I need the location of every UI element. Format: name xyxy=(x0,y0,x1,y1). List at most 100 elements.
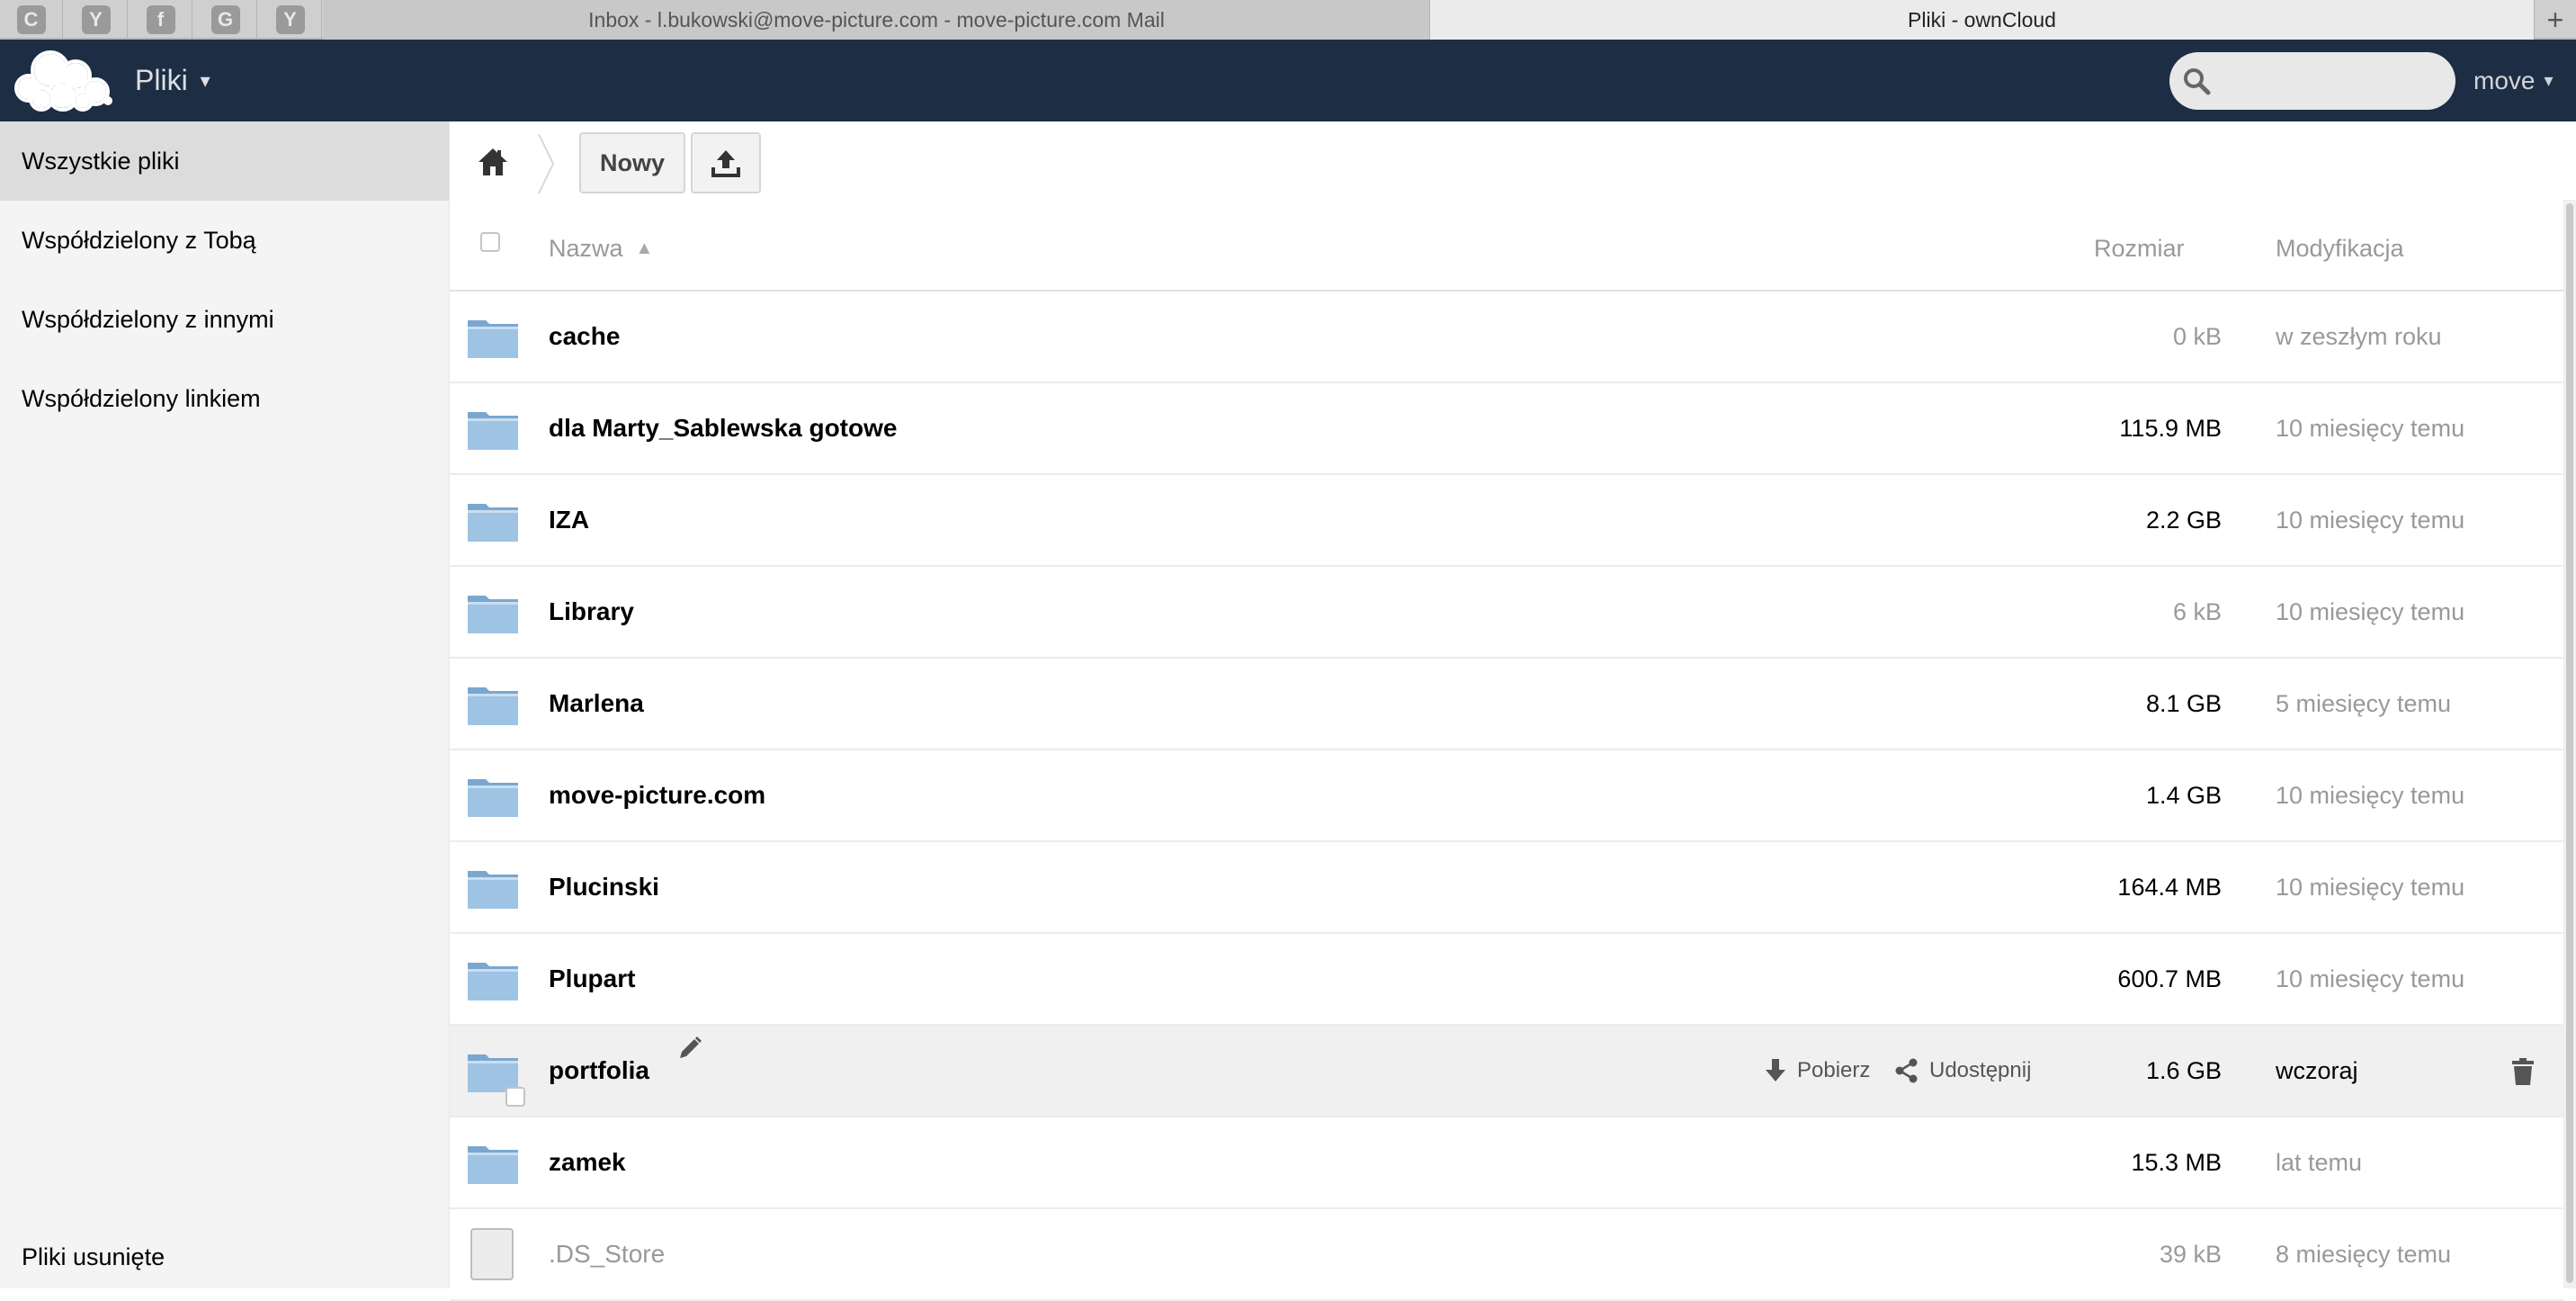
chevron-down-icon: ▾ xyxy=(2544,71,2554,91)
pinned-tab-4[interactable]: G xyxy=(194,0,257,40)
new-tab-button[interactable]: + xyxy=(2534,0,2576,40)
select-all-checkbox[interactable] xyxy=(480,232,500,252)
file-size: 115.9 MB xyxy=(2119,414,2222,442)
file-name[interactable]: Library xyxy=(549,567,634,657)
file-size: 8.1 GB xyxy=(2145,689,2222,717)
file-modified: 5 miesięcy temu xyxy=(2276,689,2452,717)
new-button[interactable]: Nowy xyxy=(579,132,685,193)
file-size: 39 kB xyxy=(2159,1240,2222,1268)
share-label: Udostępnij xyxy=(1929,1058,2032,1082)
file-modified: 10 miesięcy temu xyxy=(2276,597,2465,625)
pinned-tab-3[interactable]: f xyxy=(130,0,192,40)
file-modified: 10 miesięcy temu xyxy=(2276,414,2465,442)
table-row[interactable]: zamek 15.3 MB lat temu xyxy=(450,1117,2563,1209)
file-icon xyxy=(470,1228,514,1280)
pinned-tab-icon: Y xyxy=(81,5,111,34)
table-row[interactable]: cache 0 kB w zeszłym roku xyxy=(450,292,2563,383)
folder-icon xyxy=(468,412,518,450)
column-name-header[interactable]: Nazwa ▲ xyxy=(549,205,653,292)
file-name[interactable]: cache xyxy=(549,292,620,381)
column-size-header[interactable]: Rozmiar xyxy=(2094,205,2185,292)
file-list-header: Nazwa ▲ Rozmiar Modyfikacja xyxy=(450,205,2563,292)
file-modified: 10 miesięcy temu xyxy=(2276,506,2465,534)
sidebar-item-deleted-files[interactable]: Pliki usunięte xyxy=(0,1225,449,1288)
home-icon[interactable] xyxy=(477,147,509,177)
table-row[interactable]: IZA 2.2 GB 10 miesięcy temu xyxy=(450,475,2563,567)
folder-icon xyxy=(468,687,518,725)
file-modified: 10 miesięcy temu xyxy=(2276,965,2465,992)
file-name[interactable]: portfolia xyxy=(549,1026,649,1116)
file-size: 600.7 MB xyxy=(2117,965,2222,992)
user-name: move xyxy=(2473,66,2536,94)
table-row[interactable]: Plupart 600.7 MB 10 miesięcy temu xyxy=(450,934,2563,1026)
upload-button[interactable] xyxy=(691,132,761,193)
folder-icon xyxy=(468,871,518,909)
pinned-tab-1[interactable]: C xyxy=(0,0,63,40)
sidebar: Wszystkie pliki Współdzielony z Tobą Wsp… xyxy=(0,121,450,1288)
pinned-tab-icon: C xyxy=(16,5,46,34)
file-name[interactable]: dla Marty_Sablewska gotowe xyxy=(549,383,897,473)
pinned-tab-icon: f xyxy=(146,5,175,34)
chevron-down-icon: ▾ xyxy=(200,68,210,92)
file-name[interactable]: move-picture.com xyxy=(549,750,765,840)
sidebar-item-all-files[interactable]: Wszystkie pliki xyxy=(0,121,449,201)
download-label: Pobierz xyxy=(1797,1058,1871,1082)
file-name[interactable]: IZA xyxy=(549,475,589,565)
file-size: 6 kB xyxy=(2172,597,2222,625)
table-row[interactable]: portfolia Pobierz Udostępnij 1.6 GB wczo… xyxy=(450,1026,2563,1117)
folder-icon xyxy=(468,320,518,358)
file-modified: 10 miesięcy temu xyxy=(2276,781,2465,809)
search-input[interactable] xyxy=(2169,52,2455,110)
upload-icon xyxy=(711,150,740,177)
browser-tab-bar: C Y f G Y Inbox - l.bukowski@move-pictur… xyxy=(0,0,2576,40)
file-name[interactable]: Marlena xyxy=(549,659,644,749)
table-row[interactable]: .DS_Store 39 kB 8 miesięcy temu xyxy=(450,1209,2563,1301)
pinned-tab-icon: G xyxy=(210,5,240,34)
folder-icon xyxy=(468,504,518,542)
row-select-checkbox[interactable] xyxy=(505,1087,525,1107)
sort-ascending-icon: ▲ xyxy=(635,238,654,258)
file-name[interactable]: .DS_Store xyxy=(549,1209,665,1299)
column-modified-header[interactable]: Modyfikacja xyxy=(2276,205,2404,292)
app-header: Pliki ▾ move ▾ xyxy=(0,40,2576,121)
file-modified: lat temu xyxy=(2276,1148,2363,1176)
table-row[interactable]: dla Marty_Sablewska gotowe 115.9 MB 10 m… xyxy=(450,383,2563,475)
browser-tab-inbox[interactable]: Inbox - l.bukowski@move-picture.com - mo… xyxy=(324,0,1430,40)
share-action[interactable]: Udostępnij xyxy=(1893,1026,2031,1116)
sidebar-item-shared-with-others[interactable]: Współdzielony z innymi xyxy=(0,280,449,359)
breadcrumb-separator-icon xyxy=(538,133,555,194)
folder-icon xyxy=(468,596,518,633)
trash-icon[interactable] xyxy=(2511,1058,2535,1085)
search-icon xyxy=(2184,68,2211,95)
table-row[interactable]: move-picture.com 1.4 GB 10 miesięcy temu xyxy=(450,750,2563,842)
sidebar-item-shared-with-you[interactable]: Współdzielony z Tobą xyxy=(0,201,449,280)
sidebar-item-shared-by-link[interactable]: Współdzielony linkiem xyxy=(0,359,449,438)
folder-icon xyxy=(468,779,518,817)
table-row[interactable]: Library 6 kB 10 miesięcy temu xyxy=(450,567,2563,659)
file-size: 1.4 GB xyxy=(2145,781,2222,809)
browser-tab-owncloud[interactable]: Pliki - ownCloud xyxy=(1430,0,2534,40)
file-size: 164.4 MB xyxy=(2117,873,2222,901)
table-row[interactable]: Marlena 8.1 GB 5 miesięcy temu xyxy=(450,659,2563,750)
file-name[interactable]: zamek xyxy=(549,1117,626,1207)
file-size: 2.2 GB xyxy=(2145,506,2222,534)
table-row[interactable]: Plucinski 164.4 MB 10 miesięcy temu xyxy=(450,842,2563,934)
download-action[interactable]: Pobierz xyxy=(1763,1026,1870,1116)
file-name[interactable]: Plupart xyxy=(549,934,635,1024)
file-name[interactable]: Plucinski xyxy=(549,842,659,932)
pencil-icon[interactable] xyxy=(676,1035,703,1062)
pinned-tab-icon: Y xyxy=(275,5,305,34)
scrollbar-thumb[interactable] xyxy=(2566,203,2573,1283)
share-icon xyxy=(1895,1058,1918,1083)
scrollbar[interactable] xyxy=(2563,200,2576,1288)
app-menu-toggle[interactable]: Pliki ▾ xyxy=(135,40,210,121)
user-menu[interactable]: move ▾ xyxy=(2473,40,2554,121)
file-modified: wczoraj xyxy=(2276,1056,2358,1084)
file-modified: w zeszłym roku xyxy=(2276,322,2442,350)
owncloud-logo-icon[interactable] xyxy=(9,47,119,120)
file-size: 0 kB xyxy=(2172,322,2222,350)
pinned-tab-2[interactable]: Y xyxy=(65,0,128,40)
file-size: 1.6 GB xyxy=(2145,1056,2222,1084)
folder-icon xyxy=(468,1146,518,1184)
pinned-tab-5[interactable]: Y xyxy=(259,0,322,40)
